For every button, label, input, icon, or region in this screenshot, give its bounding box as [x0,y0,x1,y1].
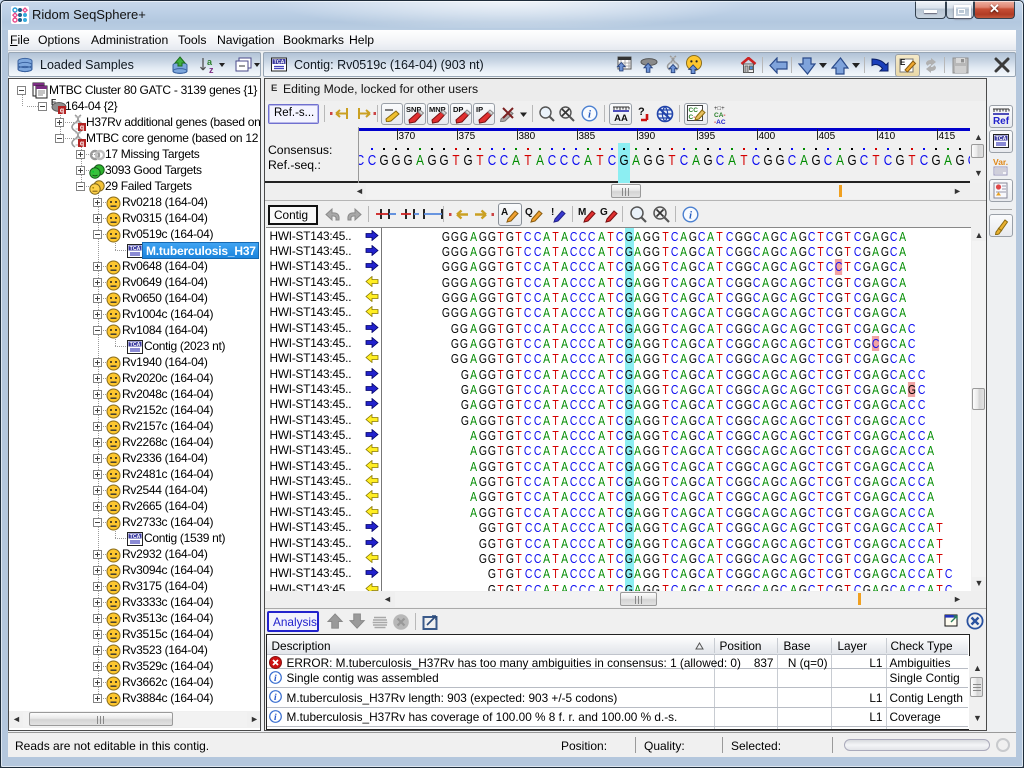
svg-text:z: z [209,65,214,74]
svg-text:Ref: Ref [993,116,1010,126]
svg-text:G: G [600,207,608,218]
svg-text:DP: DP [453,105,463,114]
svg-text:TCA: TCA [130,342,141,348]
svg-text:TCA: TCA [130,534,141,540]
svg-text:i: i [273,713,276,723]
svg-text:AA: AA [614,113,628,123]
svg-text:?: ? [638,106,645,118]
svg-text:CA-: CA- [714,112,726,119]
svg-text:TCA: TCA [130,246,141,252]
svg-text:i: i [273,693,276,703]
svg-text:Q: Q [525,207,533,218]
svg-text:IP: IP [476,105,483,114]
svg-text:M: M [578,207,586,218]
svg-text:Var.: Var. [993,157,1008,167]
svg-text:q: q [80,141,84,148]
svg-text:i: i [273,674,276,684]
svg-text:q: q [60,108,64,115]
svg-text:A: A [501,207,508,218]
svg-text:E: E [900,58,906,67]
svg-text:TCA: TCA [996,136,1007,142]
svg-text:CC: CC [689,107,699,114]
svg-text:TCA: TCA [274,60,285,66]
svg-text:!: ! [551,207,554,218]
svg-text:-AC: -AC [714,119,726,124]
